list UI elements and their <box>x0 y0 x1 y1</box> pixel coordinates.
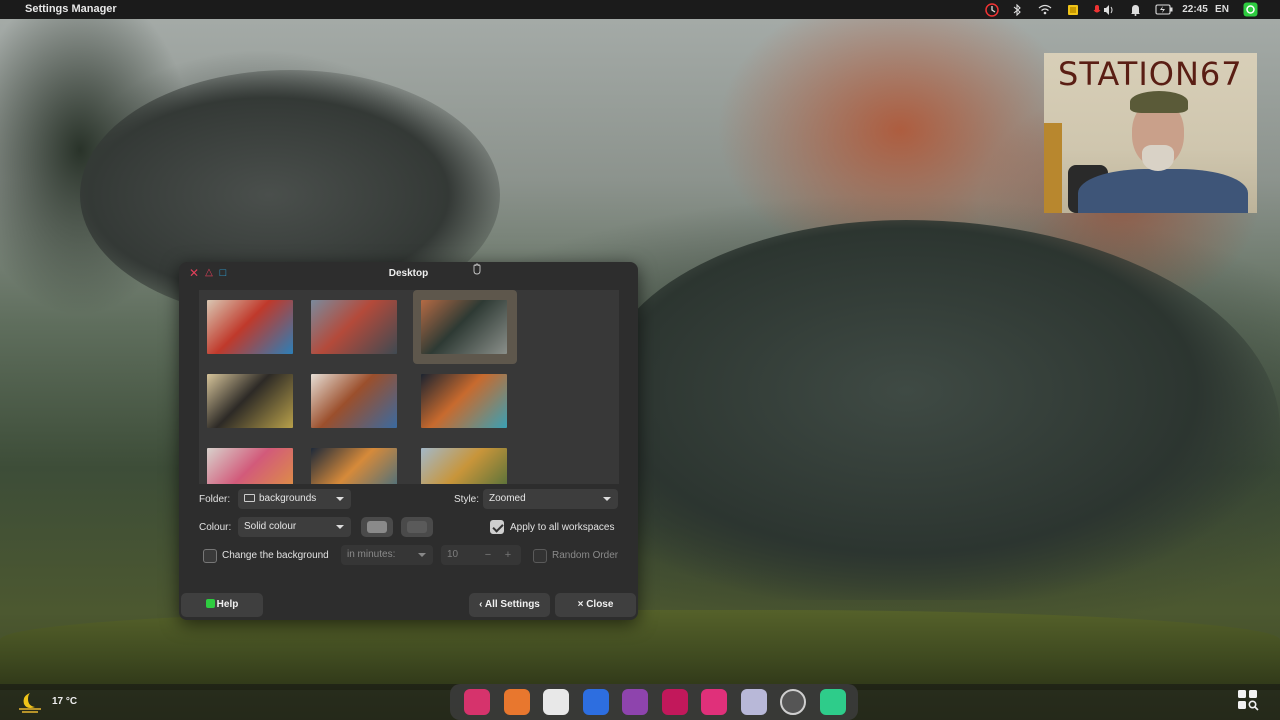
app-sync-icon[interactable] <box>622 689 648 715</box>
webcam-overlay-text: STATION67 <box>1058 55 1243 93</box>
chevron-down-icon <box>418 553 426 557</box>
random-order-label[interactable]: Random Order <box>552 550 618 561</box>
wallpaper-thumbnail[interactable] <box>303 438 407 484</box>
keyboard-layout-indicator[interactable]: EN <box>1214 2 1230 17</box>
window-title: Desktop <box>388 268 429 279</box>
wallpaper-thumbnail[interactable] <box>199 290 303 364</box>
wallpaper-image-dragon-flying <box>311 300 397 354</box>
wallpaper-image-colorful-splash <box>311 448 397 484</box>
app-photos-icon[interactable] <box>503 689 530 715</box>
bluetooth-icon[interactable] <box>1012 2 1022 17</box>
app-timeshift-icon[interactable] <box>780 689 806 715</box>
app-settings-icon[interactable] <box>740 689 767 715</box>
wallpaper-image-dragon-landscape <box>421 300 507 354</box>
colour-select-value: Solid colour <box>244 521 297 532</box>
desktop-settings-window: ✕ △ □ Desktop Folder: backgrounds Style:… <box>179 262 638 620</box>
increment-icon[interactable]: + <box>501 545 515 565</box>
chevron-down-icon <box>336 525 344 529</box>
apply-all-workspaces-checkbox[interactable] <box>490 520 504 534</box>
webcam-shelf <box>1044 123 1062 213</box>
folder-label: Folder: <box>199 494 231 505</box>
app-teal-icon[interactable] <box>819 689 846 715</box>
workspace-overview-icon[interactable] <box>1236 688 1260 712</box>
all-settings-button[interactable]: ‹ All Settings <box>469 593 550 617</box>
webcam-person-beard <box>1142 145 1174 171</box>
interval-unit-select[interactable]: in minutes: <box>341 545 433 565</box>
webcam-person-shirt <box>1078 169 1248 213</box>
chevron-down-icon <box>336 497 344 501</box>
mic-volume-icon[interactable] <box>1092 2 1116 17</box>
folder-select-value: backgrounds <box>259 493 317 504</box>
active-app-title: Settings Manager <box>25 3 117 15</box>
wallpaper-grid[interactable] <box>199 290 619 484</box>
secondary-colour-button[interactable] <box>401 517 433 537</box>
app-blue-grid-icon[interactable] <box>582 689 609 715</box>
interval-unit-value: in minutes: <box>347 549 396 560</box>
app-red-icon[interactable] <box>464 689 490 715</box>
window-titlebar[interactable]: ✕ △ □ Desktop <box>179 262 638 286</box>
clock[interactable]: 22:45 <box>1180 2 1210 17</box>
secondary-colour-swatch <box>407 521 427 533</box>
timeshift-tray-icon[interactable] <box>984 2 1000 17</box>
app-download-icon[interactable] <box>661 689 688 715</box>
help-button-label: Help <box>216 599 239 610</box>
wallpaper-thumbnail[interactable] <box>413 290 517 364</box>
style-select[interactable]: Zoomed <box>483 489 618 509</box>
primary-colour-swatch <box>367 521 387 533</box>
wallpaper-image-bull-painting <box>311 374 397 428</box>
wallpaper-thumbnail[interactable] <box>199 438 303 484</box>
interval-value: 10 <box>447 549 459 560</box>
app-terminal-icon[interactable] <box>701 689 727 715</box>
wallpaper-image-butterfly-painting <box>207 448 293 484</box>
folder-icon <box>244 494 255 502</box>
close-button[interactable]: × Close <box>555 593 636 617</box>
folder-select[interactable]: backgrounds <box>238 489 351 509</box>
wallpaper-thumbnail[interactable] <box>303 364 407 438</box>
random-order-checkbox[interactable] <box>533 549 547 563</box>
cpu-monitor-icon[interactable] <box>1065 2 1081 17</box>
wifi-icon[interactable] <box>1038 2 1052 17</box>
battery-icon[interactable] <box>1154 2 1174 17</box>
dock <box>450 684 858 720</box>
style-label: Style: <box>454 494 480 505</box>
colour-label: Colour: <box>199 522 232 533</box>
help-button[interactable]: Help <box>181 593 263 617</box>
wallpaper-image-elephant-painting <box>421 374 507 428</box>
wallpaper-thumbnail[interactable] <box>413 364 517 438</box>
moon-cloud-icon <box>19 693 41 713</box>
webcam-person-cap <box>1130 91 1188 113</box>
close-button-label: Close <box>586 599 614 610</box>
app-image-viewer-icon[interactable] <box>543 689 569 715</box>
interval-spinbox[interactable]: 10 − + <box>441 545 521 565</box>
weather-widget[interactable]: 17 °C <box>16 690 106 714</box>
apply-all-workspaces-label[interactable]: Apply to all workspaces <box>510 522 615 533</box>
change-background-label[interactable]: Change the background <box>222 550 329 561</box>
weather-temperature: 17 °C <box>52 696 78 707</box>
decrement-icon[interactable]: − <box>481 545 495 565</box>
notifications-bell-icon[interactable] <box>1128 2 1142 17</box>
close-icon: × <box>577 599 587 610</box>
all-settings-label: All Settings <box>484 599 540 610</box>
help-icon <box>205 599 215 608</box>
top-panel: Settings Manager 22:45 EN <box>0 0 1280 19</box>
wallpaper-image-valley-river <box>421 448 507 484</box>
colour-select[interactable]: Solid colour <box>238 517 351 537</box>
chevron-down-icon <box>603 497 611 501</box>
wallpaper-image-horse-painting <box>207 374 293 428</box>
primary-colour-button[interactable] <box>361 517 393 537</box>
wallpaper-thumbnail[interactable] <box>413 438 517 484</box>
wallpaper-thumbnail[interactable] <box>199 364 303 438</box>
webcam-overlay: STATION67 <box>1044 53 1257 213</box>
wallpaper-image-colorful-swirls <box>207 300 293 354</box>
wallpaper-thumbnail[interactable] <box>303 290 407 364</box>
move-hand-icon <box>473 263 481 275</box>
wallpaper-ground <box>0 610 1280 690</box>
app-menu-icon[interactable] <box>1242 2 1258 17</box>
style-select-value: Zoomed <box>489 493 526 504</box>
change-background-checkbox[interactable] <box>203 549 217 563</box>
